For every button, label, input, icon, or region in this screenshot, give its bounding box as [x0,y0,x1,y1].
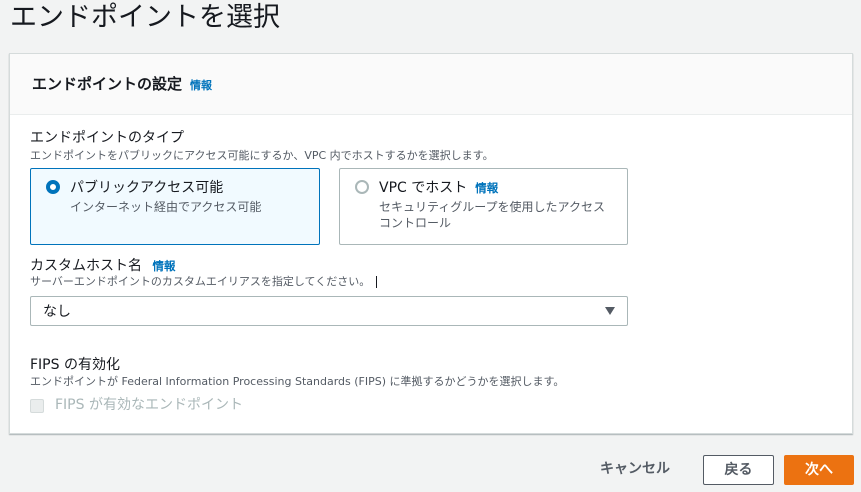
vpc-option-title-row: VPC でホスト 情報 [379,179,498,197]
endpoint-type-label: エンドポイントのタイプ [30,130,184,146]
endpoint-type-description: エンドポイントをパブリックにアクセス可能にするか、VPC 内でホストするかを選択… [30,149,494,162]
panel-title: エンドポイントの設定 情報 [32,74,212,96]
caret-down-icon [605,307,615,315]
custom-host-select-value: なし [43,304,71,320]
cancel-button[interactable]: キャンセル [580,454,690,484]
fips-description: エンドポイントが Federal Information Processing … [30,375,565,388]
fips-checkbox[interactable] [30,399,44,413]
custom-host-info-link[interactable]: 情報 [152,259,175,273]
vpc-info-link[interactable]: 情報 [475,181,498,195]
custom-host-description: サーバーエンドポイントのカスタムエイリアスを指定してください。 [30,275,371,288]
public-option-description: インターネット経由でアクセス可能 [70,200,262,214]
fips-checkbox-label: FIPS が有効なエンドポイント [55,397,243,413]
back-button[interactable]: 戻る [703,455,774,485]
panel-info-link[interactable]: 情報 [190,79,212,92]
vpc-radio[interactable] [355,180,369,194]
panel-header: エンドポイントの設定 情報 [10,54,852,115]
endpoint-type-vpc-tile[interactable]: VPC でホスト 情報 セキュリティグループを使用したアクセスコントロール [339,168,628,245]
page-title: エンドポイントを選択 [10,2,280,33]
custom-host-select[interactable]: なし [30,296,628,326]
fips-label: FIPS の有効化 [30,357,120,373]
vpc-option-description: セキュリティグループを使用したアクセスコントロール [379,200,605,230]
text-cursor [376,276,378,288]
endpoint-type-public-tile[interactable]: パブリックアクセス可能 インターネット経由でアクセス可能 [30,168,320,245]
public-radio[interactable] [46,180,60,194]
endpoint-settings-panel: エンドポイントの設定 情報 エンドポイントのタイプ エンドポイントをパブリックにア… [9,53,853,434]
public-option-title: パブリックアクセス可能 [70,180,224,196]
custom-host-description-row: サーバーエンドポイントのカスタムエイリアスを指定してください。 [30,275,378,289]
custom-host-label: カスタムホスト名 [30,258,142,274]
vpc-option-title: VPC でホスト [379,180,468,196]
custom-host-label-row: カスタムホスト名 情報 [30,257,175,275]
next-button[interactable]: 次へ [784,455,854,485]
panel-title-text: エンドポイントの設定 [32,75,183,93]
